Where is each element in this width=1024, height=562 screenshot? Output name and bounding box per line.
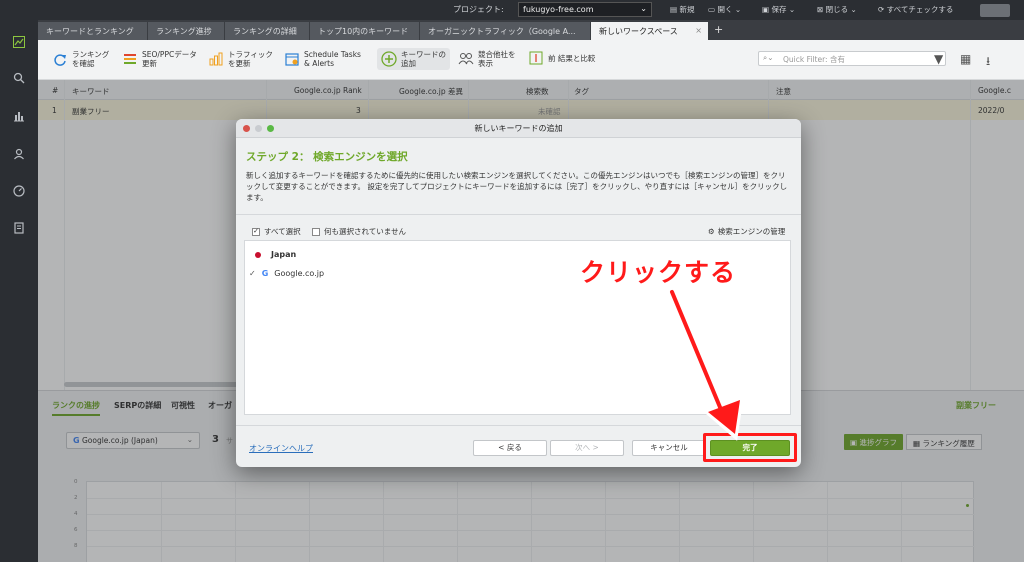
search-icon: ⌕⌄	[763, 53, 774, 62]
calendar-icon	[284, 51, 300, 67]
finish-highlight-box	[703, 433, 797, 462]
japan-flag-icon	[255, 251, 261, 258]
add-keyword-dialog: 新しいキーワードの追加 ステップ 2： 検索エンジンを選択 新しく追加するキーワ…	[236, 119, 801, 467]
project-label: プロジェクト:	[453, 5, 504, 14]
avatar[interactable]	[980, 4, 1010, 17]
add-keywords-button[interactable]: キーワードの 追加	[377, 48, 450, 70]
divider	[236, 214, 801, 215]
quick-filter-input[interactable]: ⌕⌄ Quick Filter: 含有	[758, 51, 946, 66]
select-all-checkbox[interactable]: ✓ すべて選択	[252, 226, 301, 237]
annotation-text: クリックする	[580, 258, 737, 287]
tab-top10-keywords[interactable]: トップ10内のキーワード	[310, 22, 420, 40]
traffic-chart-icon	[208, 51, 224, 67]
chevron-down-icon: ⌄	[640, 4, 647, 13]
compare-icon	[528, 50, 544, 66]
user-icon[interactable]	[9, 144, 29, 164]
tab-bar: キーワードとランキング ランキング進捗 ランキングの詳細 トップ10内のキーワー…	[38, 20, 1024, 40]
cancel-button[interactable]: キャンセル	[632, 440, 706, 456]
toolbar: ランキング を確認 SEO/PPCデータ 更新 トラフィック を更新 Sched…	[38, 40, 1024, 80]
save-button[interactable]: ▣ 保存 ⌄	[762, 4, 795, 15]
engine-item[interactable]: ✓ G Google.co.jp	[249, 269, 324, 278]
refresh-icon	[52, 51, 68, 67]
tab-organic-traffic[interactable]: オーガニックトラフィック（Google A...	[420, 22, 591, 40]
online-help-link[interactable]: オンラインヘルプ	[249, 443, 313, 454]
minimize-window-icon[interactable]	[255, 125, 262, 132]
grid-icon[interactable]: ▦	[960, 52, 971, 66]
tab-ranking-details[interactable]: ランキングの詳細	[225, 22, 310, 40]
checkbox-empty-icon	[312, 227, 320, 236]
manage-search-engines-button[interactable]: ⚙ 検索エンジンの管理	[708, 226, 785, 237]
bar-chart-icon[interactable]	[9, 106, 29, 126]
add-tab-icon[interactable]: +	[714, 23, 723, 36]
checkbox-checked-icon: ✓	[252, 227, 260, 236]
gear-icon: ⚙	[708, 227, 715, 236]
country-group[interactable]: Japan	[255, 250, 296, 259]
download-icon[interactable]: ⭳	[986, 52, 990, 73]
report-icon[interactable]	[9, 218, 29, 238]
filter-icon[interactable]: ▼	[934, 52, 943, 66]
plus-circle-icon	[381, 51, 397, 67]
gauge-icon[interactable]	[9, 181, 29, 201]
tab-keywords-rankings[interactable]: キーワードとランキング	[38, 22, 148, 40]
google-icon: G	[261, 269, 269, 278]
schedule-tasks-button[interactable]: Schedule Tasks & Alerts	[284, 50, 361, 68]
update-seo-ppc-button[interactable]: SEO/PPCデータ 更新	[122, 50, 197, 68]
step-description: 新しく追加するキーワードを確認するために優先的に使用したい検索エンジンを選択して…	[246, 171, 788, 202]
show-competitors-button[interactable]: 競合他社を 表示	[458, 50, 516, 68]
tab-ranking-progress[interactable]: ランキング進捗	[148, 22, 225, 40]
top-bar: プロジェクト: fukugyo-free.com ⌄ ▤ 新規 ▭ 開く ⌄ ▣…	[38, 0, 1024, 20]
dialog-title-bar: 新しいキーワードの追加	[236, 119, 801, 138]
users-icon	[458, 51, 474, 67]
checkmark-icon[interactable]: ✓	[249, 269, 256, 278]
step-heading: ステップ 2： 検索エンジンを選択	[246, 151, 408, 163]
maximize-window-icon[interactable]	[267, 125, 274, 132]
tab-new-workspace[interactable]: 新しいワークスペース ×	[591, 22, 709, 40]
search-icon[interactable]	[9, 68, 29, 88]
project-select[interactable]: fukugyo-free.com ⌄	[518, 2, 652, 17]
new-button[interactable]: ▤ 新規	[670, 4, 694, 15]
next-button[interactable]: 次へ >	[550, 440, 624, 456]
update-traffic-button[interactable]: トラフィック を更新	[208, 50, 273, 68]
chart-line-icon[interactable]	[9, 32, 29, 52]
close-icon[interactable]: ×	[695, 26, 702, 35]
select-none-checkbox[interactable]: 何も選択されていません	[312, 226, 406, 237]
close-button[interactable]: ⊠ 閉じる ⌄	[817, 4, 857, 15]
close-window-icon[interactable]	[243, 125, 250, 132]
back-button[interactable]: < 戻る	[473, 440, 547, 456]
check-rankings-button[interactable]: ランキング を確認	[52, 50, 109, 68]
dialog-title: 新しいキーワードの追加	[474, 124, 563, 133]
open-button[interactable]: ▭ 開く ⌄	[708, 4, 741, 15]
list-icon	[122, 51, 138, 67]
check-all-button[interactable]: ⟳ すべてチェックする	[878, 4, 953, 15]
project-select-value: fukugyo-free.com	[523, 5, 594, 14]
compare-results-button[interactable]: 前 結果と比較	[528, 50, 595, 66]
left-sidebar	[0, 0, 38, 562]
